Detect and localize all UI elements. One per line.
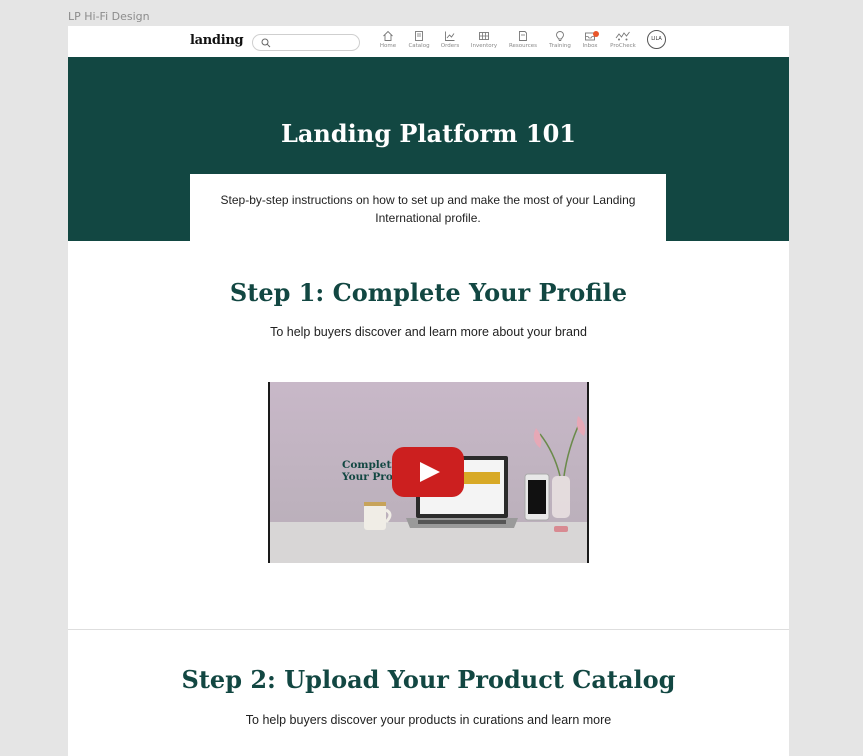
step-2-subtitle: To help buyers discover your products in… [245,713,612,727]
inventory-icon [479,32,489,40]
step-2-title: Step 2: Upload Your Product Catalog [181,665,676,694]
nav-label-orders: Orders [440,43,460,49]
resources-icon [519,31,527,41]
nav-item-inbox[interactable]: Inbox [572,30,608,49]
hero-description: Step-by-step instructions on how to set … [190,174,666,241]
video-thumbnail: Completin Your Profi [270,382,587,563]
nav-item-resources[interactable]: Resources [505,30,541,49]
page-title: Landing Platform 101 [281,119,576,148]
training-icon [556,31,564,41]
nav-label-inventory: Inventory [470,43,498,49]
logo[interactable]: landing [190,33,244,48]
procheck-icon [615,31,630,41]
nav-label-procheck: ProCheck [610,43,636,49]
play-button[interactable] [392,447,464,497]
orders-icon [445,31,455,41]
avatar[interactable]: LILA [647,30,666,49]
video-player[interactable]: Completin Your Profi [268,382,589,563]
step-1-title: Step 1: Complete Your Profile [229,278,628,307]
notification-badge [593,31,599,37]
nav-item-procheck[interactable]: ProCheck [605,30,641,49]
section-divider [68,629,789,630]
nav-item-inventory[interactable]: Inventory [466,30,502,49]
step-1-subtitle: To help buyers discover and learn more a… [270,325,587,339]
nav-label-resources: Resources [508,43,538,49]
home-icon [383,30,393,41]
nav-label-inbox: Inbox [582,43,598,49]
search-icon [261,38,271,48]
page-frame: landing Home Catalog Orders Inventory Re… [68,26,789,756]
search-input[interactable] [252,34,360,51]
frame-label: LP Hi-Fi Design [68,10,150,23]
catalog-icon [415,31,423,41]
video-overlay-text-2: Your Profi [341,471,401,483]
top-nav: landing Home Catalog Orders Inventory Re… [68,26,789,57]
nav-item-orders[interactable]: Orders [432,30,468,49]
hero-banner: Landing Platform 101 Step-by-step instru… [68,57,789,241]
